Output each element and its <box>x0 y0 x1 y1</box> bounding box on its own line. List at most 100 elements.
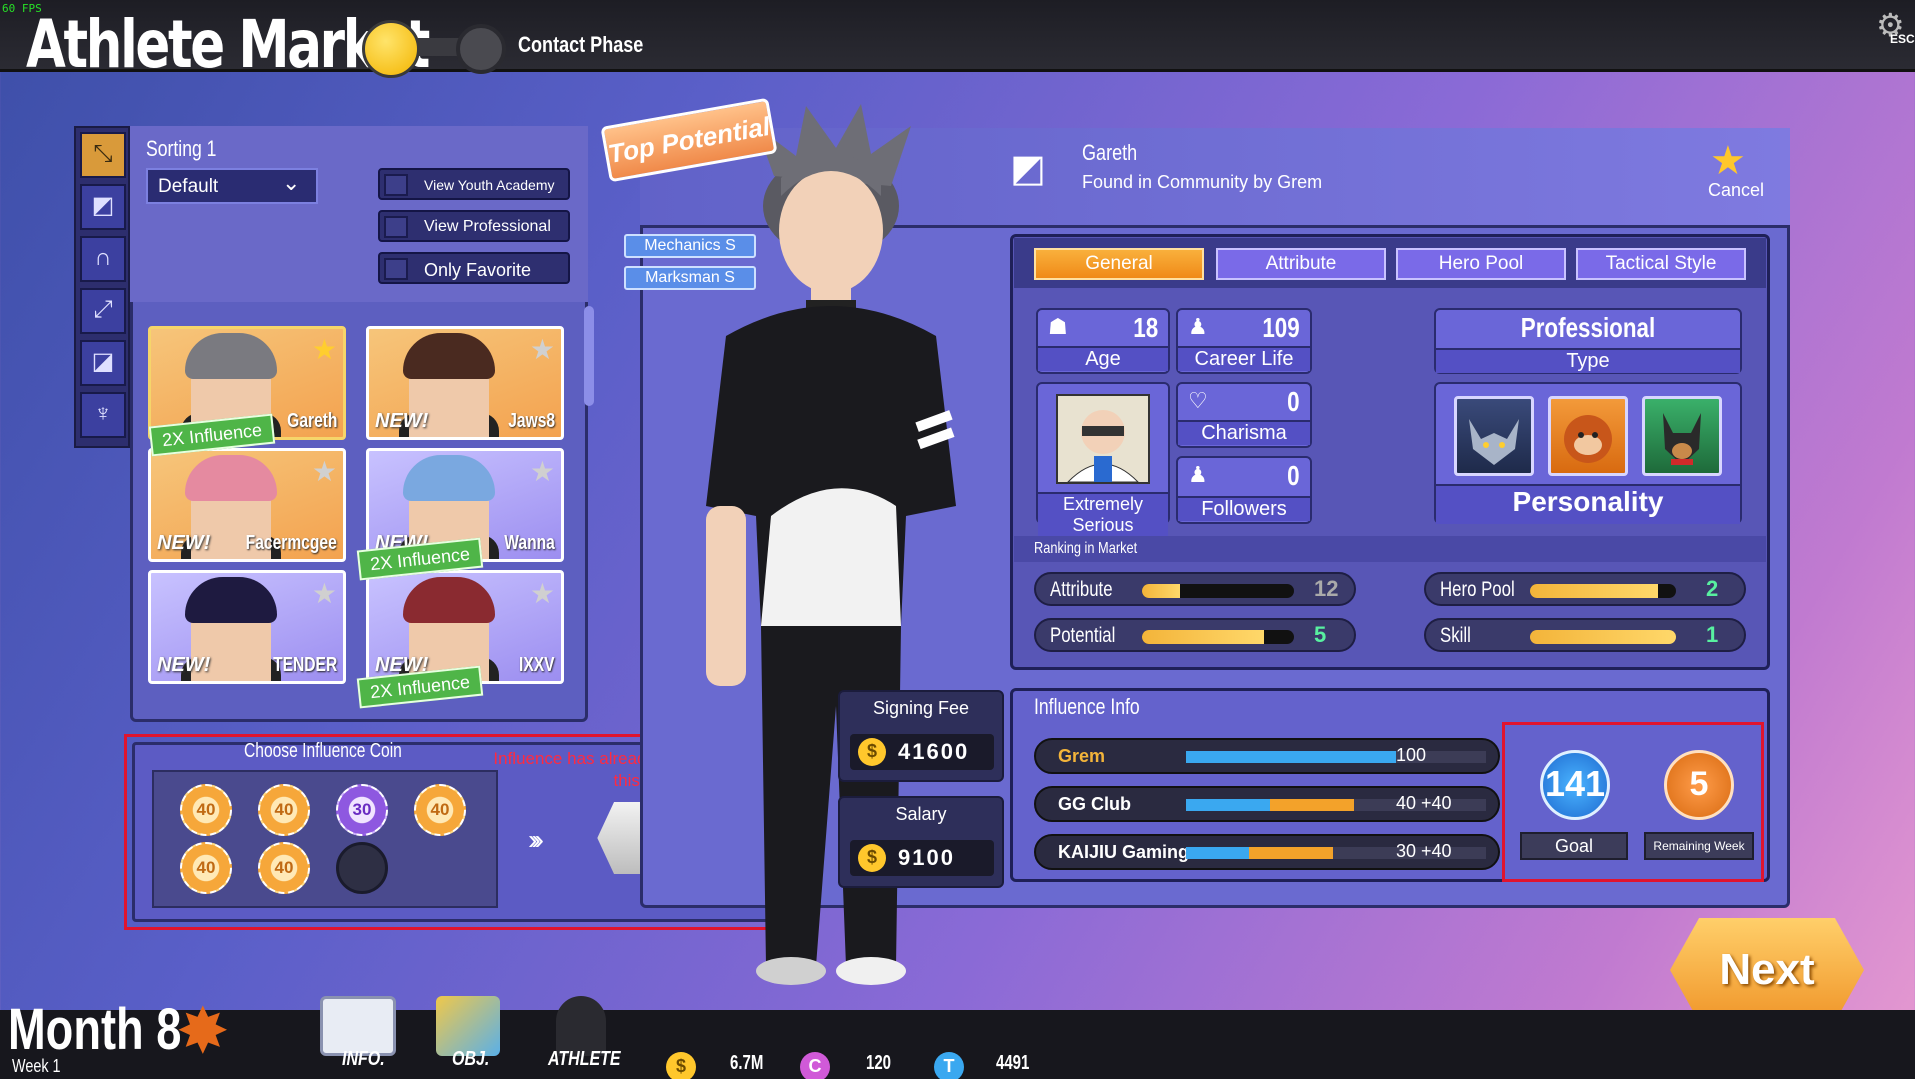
objective-icon[interactable] <box>436 996 500 1056</box>
rank-bar <box>1142 584 1294 598</box>
rank-bar <box>1530 584 1676 598</box>
rank-fill <box>1530 630 1676 644</box>
influence-fill <box>1186 799 1270 811</box>
favorite-star-icon[interactable]: ★ <box>1710 138 1746 184</box>
tab-hero-pool[interactable]: Hero Pool <box>1396 248 1566 280</box>
athlete-hair <box>185 577 277 623</box>
goal-label: Goal <box>1520 832 1628 860</box>
info-nav-label[interactable]: INFO. <box>342 1048 385 1071</box>
salary-label: Salary <box>895 804 947 824</box>
tab-general[interactable]: General <box>1034 248 1204 280</box>
athlete-name: TENDER <box>272 654 337 676</box>
influence-coin[interactable]: 30 <box>336 784 388 836</box>
t-currency-icon: T <box>934 1052 964 1079</box>
filter-sidebar: ⤡ ◩ ∩ ⤢ ◪ ♆ <box>74 126 130 448</box>
only-favorite-checkbox[interactable]: Only Favorite <box>378 252 570 284</box>
charisma-label: Charisma <box>1178 420 1310 445</box>
followers-value: 0 <box>1287 460 1300 491</box>
info-icon[interactable] <box>320 996 396 1056</box>
club-name: KAIJIU Gaming <box>1058 842 1190 862</box>
filter-all-icon[interactable]: ⤡ <box>80 132 126 178</box>
orangutan-personality-icon[interactable] <box>1548 396 1628 476</box>
next-button[interactable]: Next <box>1670 918 1864 1022</box>
influence-coin[interactable]: 40 <box>258 842 310 894</box>
dog-personality-icon[interactable] <box>1642 396 1722 476</box>
wolf-personality-icon[interactable] <box>1454 396 1534 476</box>
filter-role-5-icon[interactable]: ♆ <box>80 392 126 438</box>
checkbox-box[interactable] <box>384 258 408 280</box>
filter-role-3-icon[interactable]: ⤢ <box>80 288 126 334</box>
favorite-star-icon[interactable]: ★ <box>530 333 555 366</box>
demeanor-portrait <box>1056 394 1150 484</box>
athlete-grid: ★ Gareth ★ NEW! Jaws8 ★ NEW! Facermcgee ★ NEW! Wan… <box>148 312 564 712</box>
view-youth-academy-checkbox[interactable]: View Youth Academy <box>378 168 570 200</box>
esc-label[interactable]: ESC <box>1890 32 1915 46</box>
favorite-star-icon[interactable]: ★ <box>530 577 555 610</box>
tab-attribute[interactable]: Attribute <box>1216 248 1386 280</box>
influence-coin[interactable]: 40 <box>180 784 232 836</box>
type-label: Type <box>1436 348 1740 373</box>
filter-role-2-icon[interactable]: ∩ <box>80 236 126 282</box>
influence-coin[interactable]: 40 <box>180 842 232 894</box>
player-found: Found in Community by Grem <box>1082 172 1323 192</box>
rank-skill: Skill 1 <box>1424 618 1746 652</box>
influence-fill <box>1186 847 1249 859</box>
remaining-week-value: 5 <box>1664 750 1734 820</box>
list-scrollbar[interactable] <box>584 306 594 406</box>
rank-fill <box>1530 584 1659 598</box>
checkbox-box[interactable] <box>384 216 408 238</box>
rank-value: 1 <box>1706 622 1719 647</box>
influence-value: 30 +40 <box>1396 841 1452 861</box>
cancel-favorite-button[interactable]: Cancel <box>1708 180 1764 201</box>
athlete-card[interactable]: ★ NEW! Jaws8 <box>366 326 564 440</box>
specialty-tag: Marksman S <box>624 266 756 290</box>
rank-label: Potential <box>1050 624 1116 647</box>
athlete-name: Jaws8 <box>508 410 555 432</box>
rank-value: 12 <box>1314 576 1339 601</box>
empty-coin-slot[interactable] <box>336 842 388 894</box>
favorite-star-icon[interactable]: ★ <box>312 577 337 610</box>
filter-role-1-icon[interactable]: ◩ <box>80 184 126 230</box>
chevron-down-icon[interactable]: ⌄ <box>282 170 300 196</box>
dollar-coin-icon: $ <box>858 844 886 872</box>
influence-coin[interactable]: 40 <box>414 784 466 836</box>
checkbox-label: Only Favorite <box>424 260 532 280</box>
influence-value: 100 <box>1396 745 1427 765</box>
rank-label: Skill <box>1440 624 1471 647</box>
followers-stat: ♟ 0 Followers <box>1176 456 1312 524</box>
tab-tactical-style[interactable]: Tactical Style <box>1576 248 1746 280</box>
new-tag: NEW! <box>157 532 211 554</box>
type-value: Professional <box>1520 312 1656 343</box>
active-phase-indicator <box>362 20 420 78</box>
age-stat: ☗ 18 Age <box>1036 308 1170 374</box>
athlete-hair <box>185 333 277 379</box>
month-label: Month 8 <box>8 997 182 1062</box>
goal-value: 141 <box>1540 750 1610 820</box>
influence-info-title: Influence Info <box>1034 694 1140 719</box>
salary-card: Salary 9100 $ <box>838 796 1004 888</box>
role-icon: ◩ <box>1010 148 1046 190</box>
player-name: Gareth <box>1082 140 1138 165</box>
followers-label: Followers <box>1178 496 1310 521</box>
checkbox-box[interactable] <box>384 174 408 196</box>
money-icon: $ <box>666 1052 696 1079</box>
favorite-star-icon[interactable]: ★ <box>530 455 555 488</box>
demeanor-card: Extremely Serious <box>1036 382 1170 536</box>
heart-icon: ♡ <box>1188 388 1208 413</box>
influence-value: 40 +40 <box>1396 793 1452 813</box>
favorite-star-icon[interactable]: ★ <box>312 333 337 366</box>
view-professional-checkbox[interactable]: View Professional <box>378 210 570 242</box>
phase-label: Contact Phase <box>518 32 644 57</box>
athlete-card[interactable]: ★ NEW! TENDER <box>148 570 346 684</box>
favorite-star-icon[interactable]: ★ <box>312 455 337 488</box>
obj-nav-label[interactable]: OBJ. <box>452 1048 489 1071</box>
influence-coin[interactable]: 40 <box>258 784 310 836</box>
athlete-nav-label[interactable]: ATHLETE <box>548 1048 621 1071</box>
person-icon: ♟ <box>1188 314 1208 339</box>
athlete-nav-icon[interactable] <box>556 996 606 1056</box>
career-life-value: 109 <box>1262 312 1300 343</box>
athlete-card[interactable]: ★ NEW! Facermcgee <box>148 448 346 562</box>
athlete-name: Wanna <box>504 532 555 554</box>
arrow-right-icon: ››› <box>528 824 544 855</box>
filter-role-4-icon[interactable]: ◪ <box>80 340 126 386</box>
